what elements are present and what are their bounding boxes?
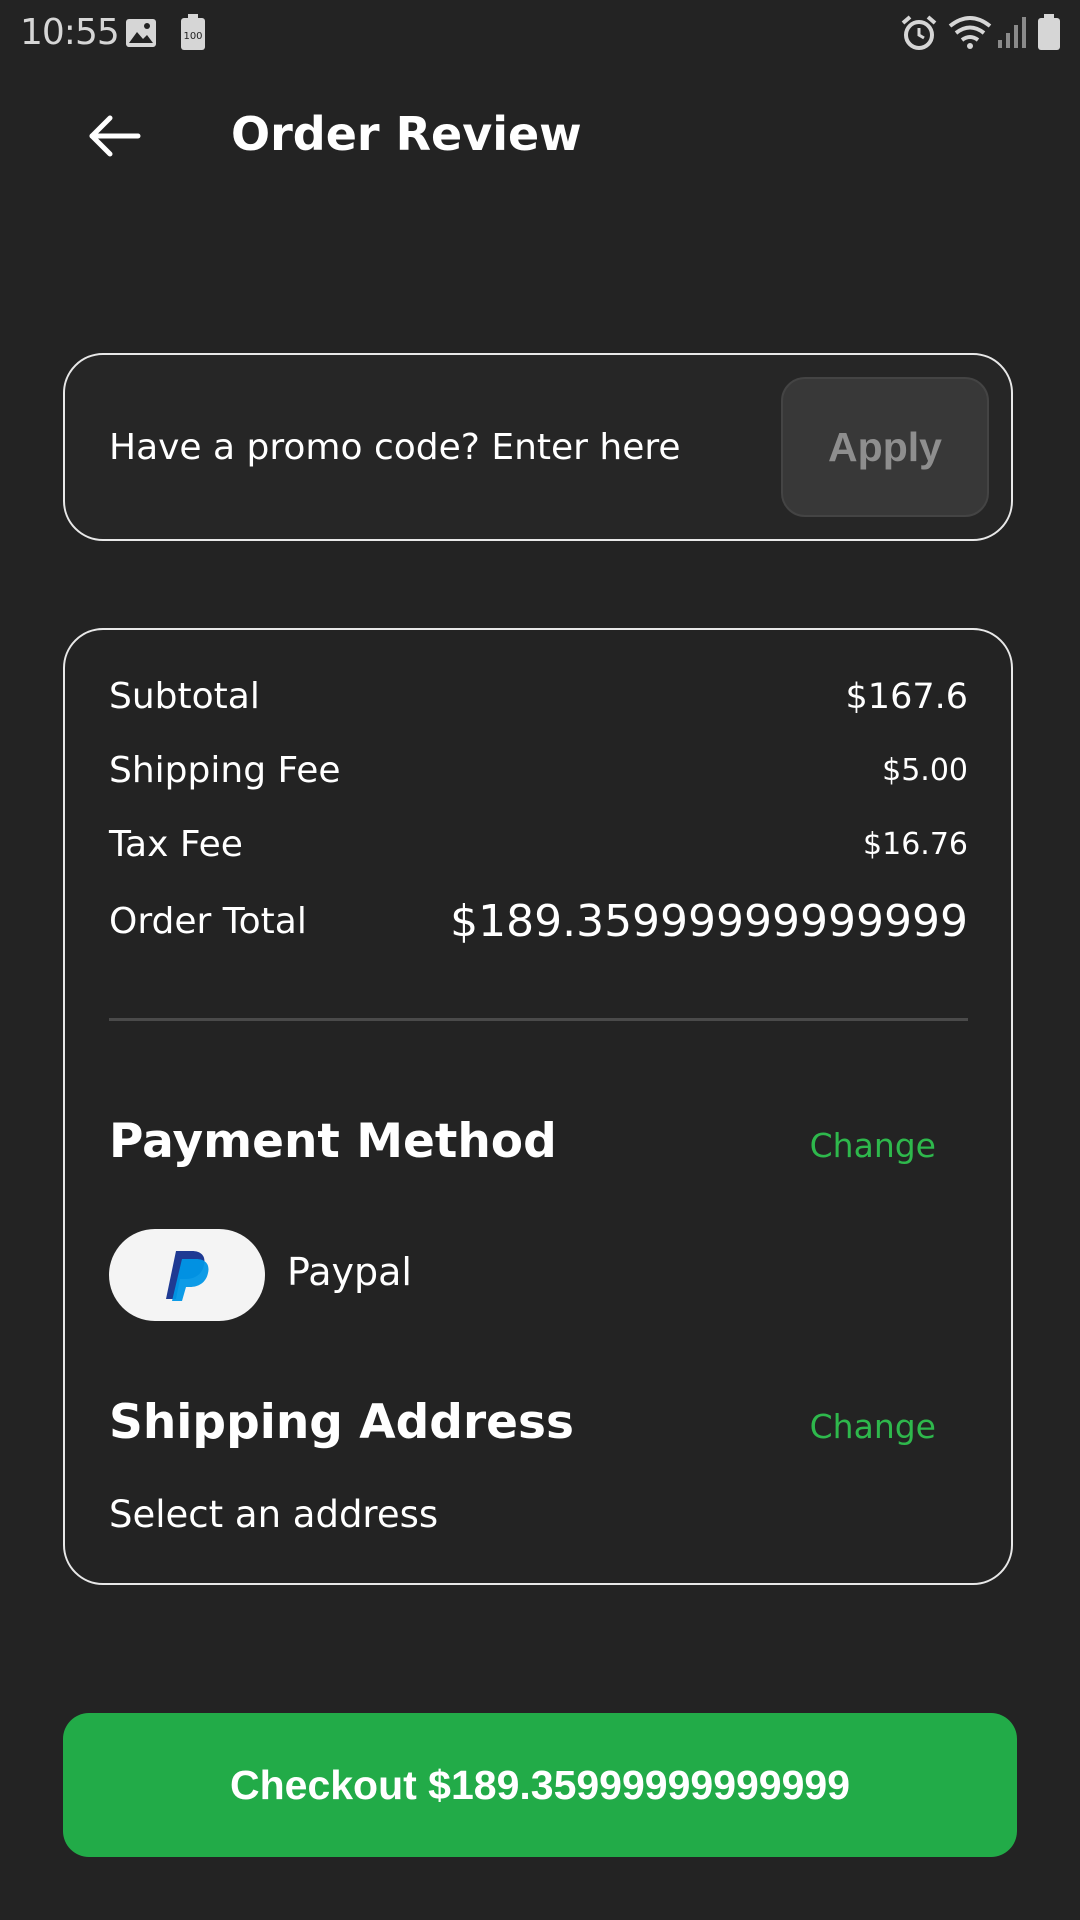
paypal-logo-icon [166, 1251, 209, 1301]
order-total-row: Order Total $189.35999999999999 [109, 896, 968, 947]
wifi-icon [948, 14, 992, 54]
shipping-fee-value: $5.00 [882, 753, 968, 788]
subtotal-value: $167.6 [845, 676, 968, 717]
page-title: Order Review [231, 107, 582, 161]
status-time: 10:55 [20, 12, 120, 53]
battery-icon [1038, 14, 1060, 54]
subtotal-label: Subtotal [109, 676, 260, 717]
alarm-icon [900, 14, 938, 56]
subtotal-row: Subtotal $167.6 [109, 676, 968, 717]
tax-fee-value: $16.76 [863, 827, 968, 862]
change-address-link[interactable]: Change [810, 1407, 936, 1446]
app-header: Order Review [0, 88, 1080, 184]
payment-method-badge[interactable] [109, 1229, 265, 1321]
promo-code-input[interactable] [109, 417, 749, 477]
payment-method-name: Paypal [287, 1250, 412, 1294]
payment-method-title: Payment Method [109, 1114, 557, 1169]
image-icon [125, 18, 157, 52]
shipping-fee-row: Shipping Fee $5.00 [109, 750, 968, 791]
order-total-value: $189.35999999999999 [450, 896, 968, 947]
change-payment-link[interactable]: Change [810, 1126, 936, 1165]
shipping-fee-label: Shipping Fee [109, 750, 341, 791]
shipping-address-value[interactable]: Select an address [109, 1493, 438, 1536]
back-button[interactable] [80, 106, 152, 166]
battery-saver-icon: 100 [181, 14, 205, 54]
shipping-address-title: Shipping Address [109, 1395, 574, 1450]
battery-small-label: 100 [183, 31, 202, 42]
apply-button[interactable]: Apply [781, 377, 989, 517]
tax-fee-row: Tax Fee $16.76 [109, 824, 968, 865]
status-bar: 10:55 100 [0, 0, 1080, 66]
tax-fee-label: Tax Fee [109, 824, 243, 865]
back-arrow-icon [89, 115, 141, 157]
summary-divider [109, 1018, 968, 1021]
signal-icon [996, 14, 1028, 54]
order-total-label: Order Total [109, 901, 307, 942]
checkout-button[interactable]: Checkout $189.35999999999999 [63, 1713, 1017, 1857]
promo-code-card: Apply [63, 353, 1013, 541]
order-summary-card: Subtotal $167.6 Shipping Fee $5.00 Tax F… [63, 628, 1013, 1585]
